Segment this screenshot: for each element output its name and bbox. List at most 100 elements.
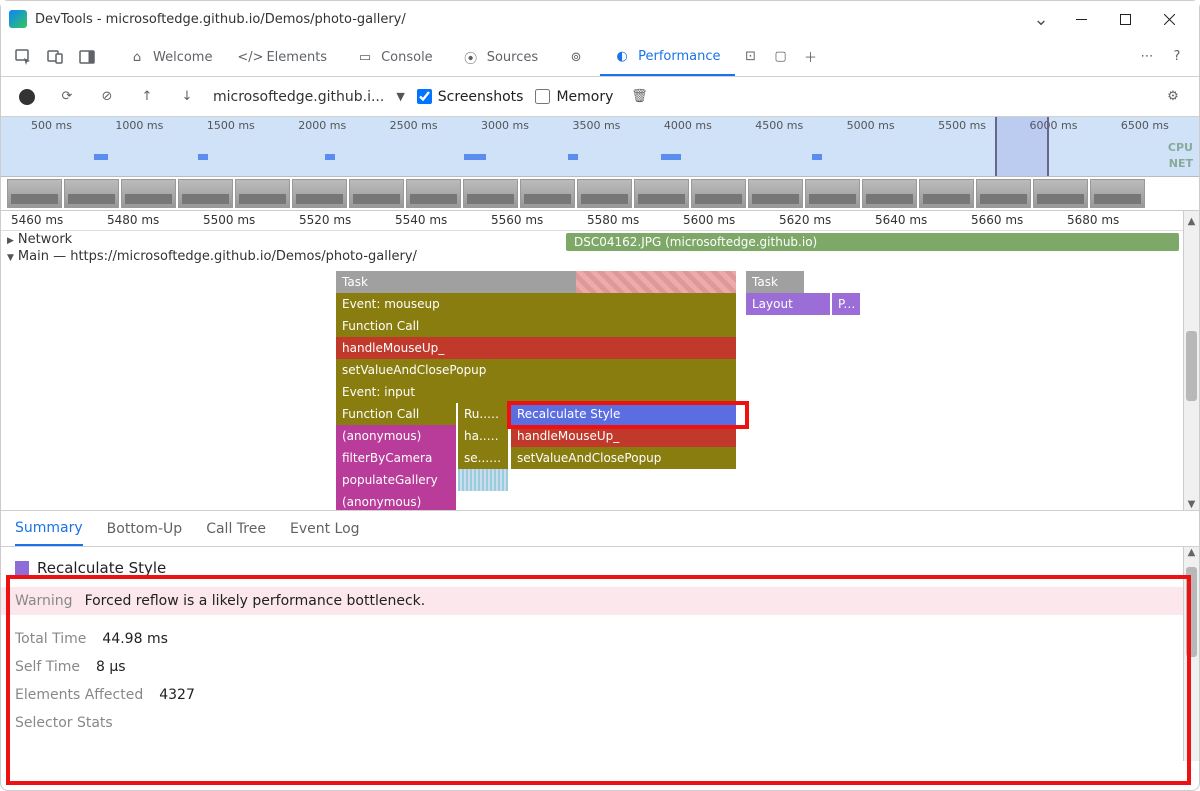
scroll-up-button[interactable]: ▲ — [1183, 211, 1199, 231]
bug-icon: ⦿ — [463, 50, 479, 66]
scrollbar-thumb[interactable] — [1186, 567, 1197, 657]
overview-tick: 1000 ms — [115, 119, 163, 132]
flame-function-call[interactable]: Function Call — [336, 315, 736, 337]
flame-anonymous[interactable]: (anonymous) — [336, 491, 456, 511]
cpu-label: CPU — [1168, 141, 1193, 154]
filmstrip-thumb[interactable] — [748, 179, 803, 208]
recording-url[interactable]: microsoftedge.github.i... — [213, 89, 384, 105]
filmstrip-thumb[interactable] — [7, 179, 62, 208]
screenshot-filmstrip[interactable] — [1, 177, 1199, 211]
capture-settings-button[interactable]: ⚙ — [1159, 83, 1187, 111]
gauge-icon: ◐ — [614, 49, 630, 65]
overview-tick: 2500 ms — [390, 119, 438, 132]
flame-chart[interactable]: Network DSC04162.JPG (microsoftedge.gith… — [1, 231, 1199, 511]
more-tools-button[interactable]: ⋯ — [1133, 43, 1161, 71]
flame-setup[interactable]: se...up — [458, 447, 508, 469]
flame-ruler[interactable]: ▲ 5460 ms5480 ms5500 ms5520 ms5540 ms556… — [1, 211, 1199, 231]
tab-performance[interactable]: ◐ Performance — [600, 38, 734, 76]
record-button[interactable] — [13, 83, 41, 111]
filmstrip-thumb[interactable] — [463, 179, 518, 208]
filmstrip-thumb[interactable] — [64, 179, 119, 208]
dtab-calltree[interactable]: Call Tree — [206, 513, 266, 545]
application-panel-button[interactable]: ▢ — [767, 43, 795, 71]
screenshots-toggle[interactable]: Screenshots — [417, 89, 524, 105]
flame-handleMouseUp[interactable]: handleMouseUp_ — [336, 337, 736, 359]
flame-filterByCamera[interactable]: filterByCamera — [336, 447, 456, 469]
filmstrip-thumb[interactable] — [634, 179, 689, 208]
tab-console[interactable]: ▭Console — [343, 38, 447, 76]
filmstrip-thumb[interactable] — [1033, 179, 1088, 208]
flame-paint[interactable]: P... — [832, 293, 860, 315]
filmstrip-thumb[interactable] — [691, 179, 746, 208]
dtab-eventlog[interactable]: Event Log — [290, 513, 360, 545]
filmstrip-thumb[interactable] — [919, 179, 974, 208]
flame-handleMouseUp[interactable]: handleMouseUp_ — [511, 425, 736, 447]
summary-warning: WarningForced reflow is a likely perform… — [1, 587, 1199, 615]
self-time-value: 8 µs — [96, 659, 126, 675]
dock-side-button[interactable] — [73, 43, 101, 71]
flame-setValueAndClosePopup[interactable]: setValueAndClosePopup — [336, 359, 736, 381]
tab-welcome[interactable]: ⌂Welcome — [115, 38, 226, 76]
ruler-tick: 5620 ms — [779, 213, 831, 227]
selector-stats-label[interactable]: Selector Stats — [15, 715, 113, 731]
tab-elements[interactable]: </>Elements — [228, 38, 341, 76]
filmstrip-thumb[interactable] — [349, 179, 404, 208]
filmstrip-thumb[interactable] — [862, 179, 917, 208]
filmstrip-thumb[interactable] — [406, 179, 461, 208]
dtab-summary[interactable]: Summary — [15, 512, 83, 546]
tab-network-conditions[interactable]: ⊚ — [554, 38, 598, 76]
filmstrip-thumb[interactable] — [577, 179, 632, 208]
add-tab-button[interactable]: ＋ — [797, 43, 825, 71]
memory-toggle[interactable]: Memory — [535, 89, 613, 105]
minimize-button[interactable] — [1059, 4, 1103, 34]
ruler-tick: 5520 ms — [299, 213, 351, 227]
timeline-overview[interactable]: 500 ms1000 ms1500 ms2000 ms2500 ms3000 m… — [1, 117, 1199, 177]
recording-dropdown-button[interactable]: ▼ — [396, 90, 404, 103]
inspect-element-button[interactable] — [9, 43, 37, 71]
flame-event-input[interactable]: Event: input — [336, 381, 736, 403]
filmstrip-thumb[interactable] — [520, 179, 575, 208]
save-profile-button[interactable]: ↓ — [173, 83, 201, 111]
screenshots-checkbox[interactable] — [417, 89, 432, 104]
flame-event-mouseup[interactable]: Event: mouseup — [336, 293, 736, 315]
flame-long-task[interactable] — [576, 271, 736, 293]
filmstrip-thumb[interactable] — [292, 179, 347, 208]
memory-panel-button[interactable]: ⊡ — [737, 43, 765, 71]
tab-sources[interactable]: ⦿Sources — [449, 38, 552, 76]
filmstrip-thumb[interactable] — [235, 179, 290, 208]
flame-setValueAndClosePopup[interactable]: setValueAndClosePopup — [511, 447, 736, 469]
help-button[interactable]: ? — [1163, 43, 1191, 71]
tab-label: Performance — [638, 49, 720, 64]
flame-microtasks[interactable] — [458, 469, 508, 491]
scrollbar-thumb[interactable] — [1186, 331, 1197, 401]
flame-layout[interactable]: Layout — [746, 293, 830, 315]
flame-runtasks[interactable]: Ru...ks — [458, 403, 508, 425]
delete-recording-button[interactable]: 🗑 — [625, 83, 653, 111]
flame-function-call[interactable]: Function Call — [336, 403, 456, 425]
ruler-tick: 5540 ms — [395, 213, 447, 227]
maximize-button[interactable] — [1103, 4, 1147, 34]
network-resource-bar[interactable]: DSC04162.JPG (microsoftedge.github.io) — [566, 233, 1179, 251]
flame-populateGallery[interactable]: populateGallery — [336, 469, 456, 491]
device-toolbar-button[interactable] — [41, 43, 69, 71]
dtab-bottomup[interactable]: Bottom-Up — [107, 513, 183, 545]
reload-record-button[interactable]: ⟳ — [53, 83, 81, 111]
filmstrip-thumb[interactable] — [1090, 179, 1145, 208]
filmstrip-thumb[interactable] — [121, 179, 176, 208]
code-icon: </> — [242, 50, 258, 66]
load-profile-button[interactable]: ↑ — [133, 83, 161, 111]
tab-dropdown-button[interactable]: ⌄ — [1023, 9, 1059, 30]
memory-checkbox[interactable] — [535, 89, 550, 104]
filmstrip-thumb[interactable] — [805, 179, 860, 208]
flame-task[interactable]: Task — [746, 271, 804, 293]
filmstrip-thumb[interactable] — [976, 179, 1031, 208]
scroll-down-button[interactable]: ▼ — [1184, 499, 1199, 510]
flame-recalculate-style[interactable]: Recalculate Style — [511, 403, 736, 425]
close-button[interactable] — [1147, 4, 1191, 34]
scroll-up-button[interactable]: ▲ — [1184, 547, 1199, 558]
overview-tick: 5000 ms — [847, 119, 895, 132]
filmstrip-thumb[interactable] — [178, 179, 233, 208]
clear-button[interactable]: ⊘ — [93, 83, 121, 111]
flame-anonymous[interactable]: (anonymous) — [336, 425, 456, 447]
flame-hap[interactable]: ha...p... — [458, 425, 508, 447]
